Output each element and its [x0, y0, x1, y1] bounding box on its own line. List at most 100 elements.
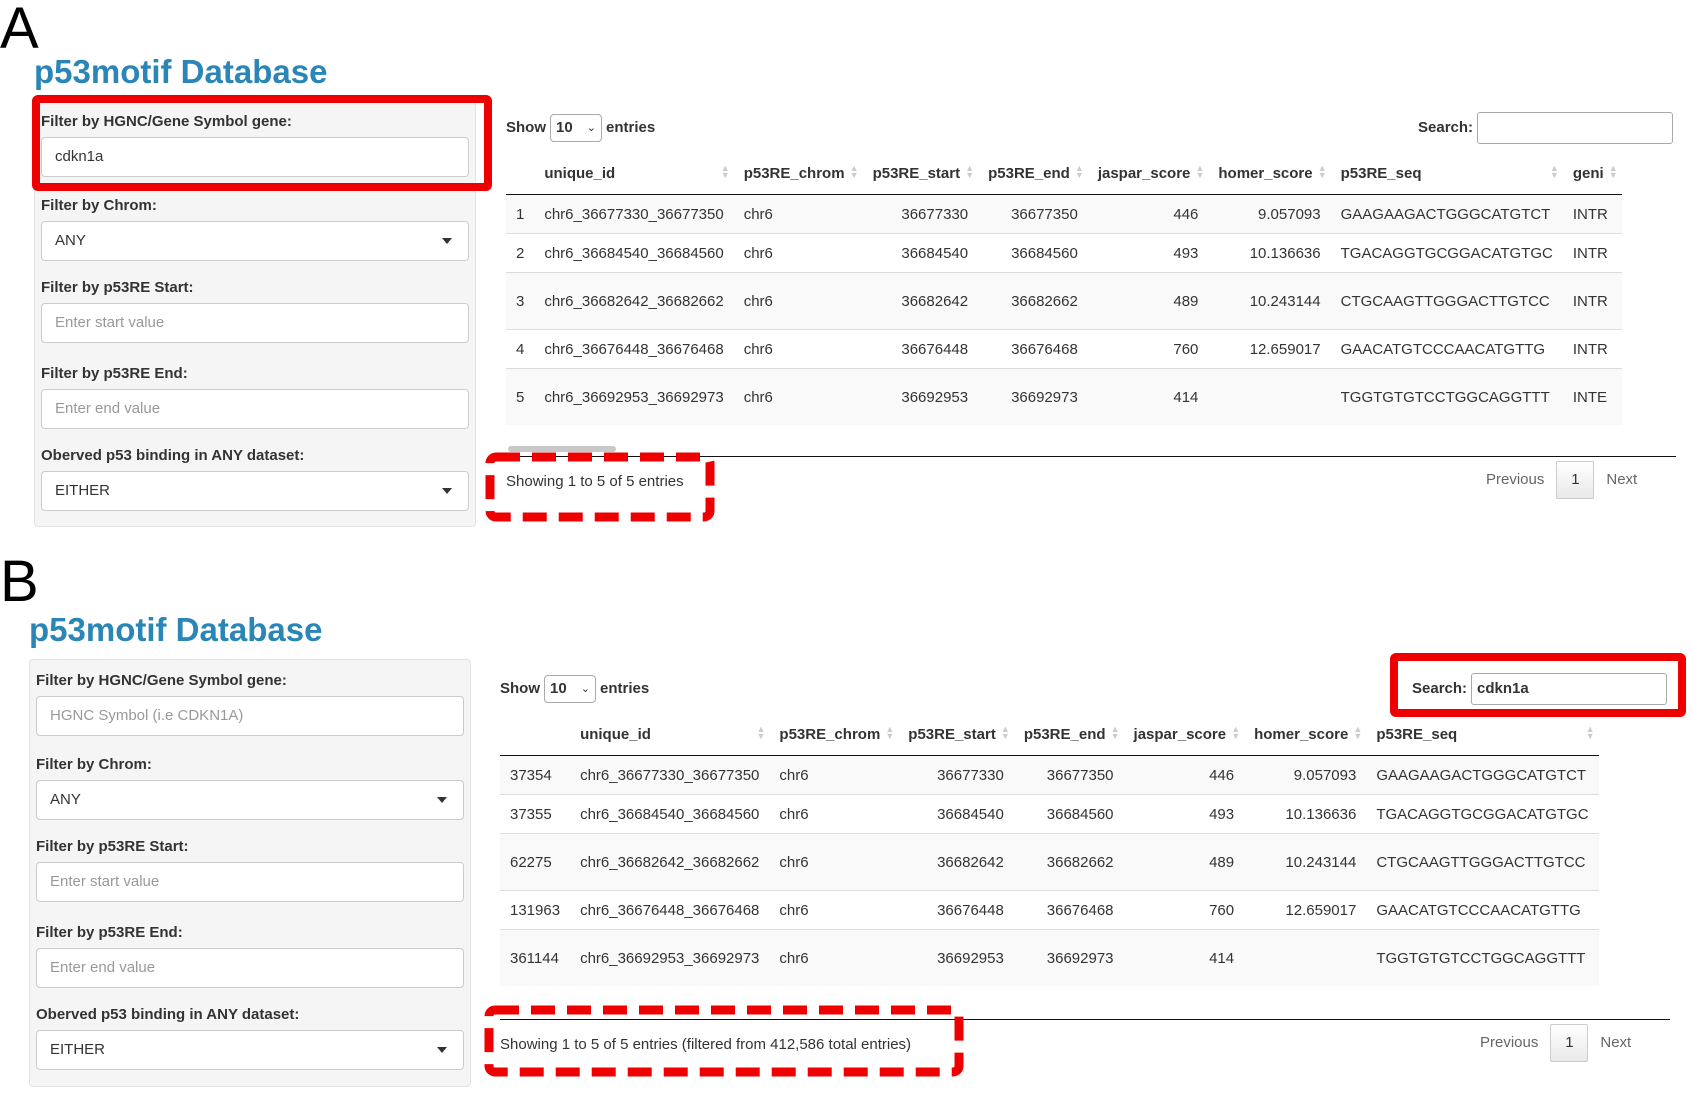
table-cell: GAAGAAGACTGGGCATGTCT	[1330, 194, 1563, 234]
page-length-select[interactable]: 10 ⌄	[544, 675, 596, 703]
table-row[interactable]: 1 chr6_36677330_36677350 chr6 36677330 36677…	[506, 194, 1622, 234]
table-cell: chr6_36684540_36684560	[570, 794, 770, 834]
chrom-filter-select[interactable]: ANY	[41, 221, 469, 261]
next-button[interactable]: Next	[1606, 471, 1637, 488]
column-header[interactable]: homer_score ▲ ▼	[1208, 152, 1331, 195]
column-header[interactable]: p53RE_end ▲ ▼	[978, 152, 1088, 195]
table-cell: 36676468	[1013, 890, 1124, 930]
column-header-label: homer_score	[1218, 164, 1313, 182]
table-cell: chr6	[769, 794, 899, 834]
table-row[interactable]: 5 chr6_36692953_36692973 chr6 36692953 36692…	[506, 368, 1622, 425]
binding-filter-select[interactable]: EITHER	[41, 471, 469, 511]
table-row[interactable]: 131963 chr6_36676448_36676468 chr6 36676448…	[500, 890, 1599, 930]
table-cell: 12.659017	[1244, 890, 1367, 930]
table-cell: chr6_36676448_36676468	[534, 329, 734, 369]
table-row[interactable]: 4 chr6_36676448_36676468 chr6 36676448 36676…	[506, 329, 1622, 369]
column-header[interactable]: jaspar_score ▲ ▼	[1087, 152, 1209, 195]
next-button[interactable]: Next	[1600, 1034, 1631, 1051]
highlight-search-box	[1390, 653, 1686, 717]
caret-down-icon	[437, 1047, 447, 1053]
end-filter-input[interactable]: Enter end value	[36, 948, 464, 988]
table-cell: chr6_36676448_36676468	[570, 890, 770, 930]
chrom-filter-value: ANY	[55, 232, 86, 249]
table-cell: GAAGAAGACTGGGCATGTCT	[1366, 755, 1599, 795]
table-cell: 12.659017	[1208, 329, 1331, 369]
table-cell: 493	[1087, 233, 1209, 273]
column-header[interactable]	[506, 152, 535, 195]
chrom-filter-select[interactable]: ANY	[36, 780, 464, 820]
sort-icon: ▲ ▼	[1074, 163, 1084, 180]
column-header[interactable]: jaspar_score ▲ ▼	[1123, 713, 1245, 756]
table-row[interactable]: 361144 chr6_36692953_36692973 chr6 36692953…	[500, 929, 1599, 986]
column-header-label: p53RE_chrom	[743, 164, 845, 182]
column-header-label: jaspar_score	[1133, 725, 1227, 743]
binding-filter-label: Oberved p53 binding in ANY dataset:	[36, 1006, 300, 1023]
column-header[interactable]	[500, 713, 571, 756]
column-header[interactable]: p53RE_chrom ▲ ▼	[769, 713, 899, 756]
table-row[interactable]: 3 chr6_36682642_36682662 chr6 36682642 36682…	[506, 272, 1622, 330]
entries-label: entries	[606, 118, 656, 136]
table-cell: chr6_36677330_36677350	[534, 194, 734, 234]
gene-filter-input[interactable]: HGNC Symbol (i.e CDKN1A)	[36, 696, 464, 736]
binding-filter-select[interactable]: EITHER	[36, 1030, 464, 1070]
table-cell: 493	[1123, 794, 1245, 834]
column-header-label: p53RE_seq	[1340, 164, 1422, 182]
table-cell: 36682662	[1013, 833, 1124, 891]
table-cell: TGGTGTGTCCTGGCAGGTTT	[1330, 368, 1563, 425]
table-row[interactable]: 37354 chr6_36677330_36677350 chr6 36677330 3…	[500, 755, 1599, 795]
previous-button[interactable]: Previous	[1480, 1034, 1538, 1051]
page-1-button[interactable]: 1	[1550, 1024, 1589, 1062]
column-header[interactable]: p53RE_start ▲ ▼	[862, 152, 979, 195]
search-input[interactable]	[1477, 112, 1674, 144]
table-cell: 36692953	[862, 368, 979, 425]
table-cell: chr6_36677330_36677350	[570, 755, 770, 795]
column-header-label: unique_id	[544, 164, 616, 182]
previous-button[interactable]: Previous	[1486, 471, 1544, 488]
binding-filter-value: EITHER	[50, 1041, 106, 1058]
page-1-button[interactable]: 1	[1556, 461, 1595, 499]
table-cell: chr6	[733, 368, 863, 425]
table-cell: 37355	[500, 794, 571, 834]
app-title: p53motif Database	[34, 53, 328, 90]
column-header[interactable]: p53RE_chrom ▲ ▼	[733, 152, 863, 195]
column-header[interactable]: geni ▲ ▼	[1562, 152, 1622, 195]
table-cell: chr6_36692953_36692973	[534, 368, 734, 425]
table-cell: TGGTGTGTCCTGGCAGGTTT	[1366, 929, 1599, 986]
column-header-label: p53RE_end	[988, 164, 1070, 182]
table-cell: chr6_36682642_36682662	[570, 833, 770, 891]
sort-icon: ▲ ▼	[885, 724, 895, 741]
column-header[interactable]: unique_id ▲ ▼	[570, 713, 770, 756]
table-cell: 37354	[500, 755, 571, 795]
table-cell: 489	[1123, 833, 1245, 891]
table-row[interactable]: 37355 chr6_36684540_36684560 chr6 36684540 3…	[500, 794, 1599, 834]
table-cell: 131963	[500, 890, 571, 930]
table-cell: 36676468	[978, 329, 1088, 369]
table-cell: 36684540	[898, 794, 1014, 834]
table-cell: chr6_36684540_36684560	[534, 233, 734, 273]
end-filter-input[interactable]: Enter end value	[41, 389, 469, 429]
column-header[interactable]: p53RE_seq ▲ ▼	[1366, 713, 1599, 756]
table-row[interactable]: 62275 chr6_36682642_36682662 chr6 36682642 3…	[500, 833, 1599, 891]
column-header[interactable]: p53RE_end ▲ ▼	[1013, 713, 1124, 756]
table-cell: 760	[1087, 329, 1209, 369]
start-filter-input[interactable]: Enter start value	[41, 303, 469, 343]
panel-a: p53motif Database Filter by HGNC/Gene Sy…	[0, 0, 1692, 540]
column-header[interactable]: unique_id ▲ ▼	[534, 152, 734, 195]
column-header[interactable]: homer_score ▲ ▼	[1244, 713, 1367, 756]
table-cell: 36677330	[862, 194, 979, 234]
caret-down-icon	[442, 488, 452, 494]
table-cell: 36677350	[1013, 755, 1124, 795]
table-cell: 10.136636	[1244, 794, 1367, 834]
binding-filter-value: EITHER	[55, 482, 111, 499]
column-header[interactable]: p53RE_seq ▲ ▼	[1330, 152, 1563, 195]
start-filter-label: Filter by p53RE Start:	[41, 279, 194, 296]
table-cell: chr6	[733, 233, 863, 273]
table-cell: 4	[506, 329, 535, 369]
table-cell: INTR	[1562, 329, 1622, 369]
column-header[interactable]: p53RE_start ▲ ▼	[898, 713, 1014, 756]
table-row[interactable]: 2 chr6_36684540_36684560 chr6 36684540 36684…	[506, 233, 1622, 273]
show-label: Show	[506, 118, 546, 136]
table-cell: chr6_36682642_36682662	[534, 272, 734, 330]
page-length-select[interactable]: 10 ⌄	[550, 114, 602, 142]
start-filter-input[interactable]: Enter start value	[36, 862, 464, 902]
